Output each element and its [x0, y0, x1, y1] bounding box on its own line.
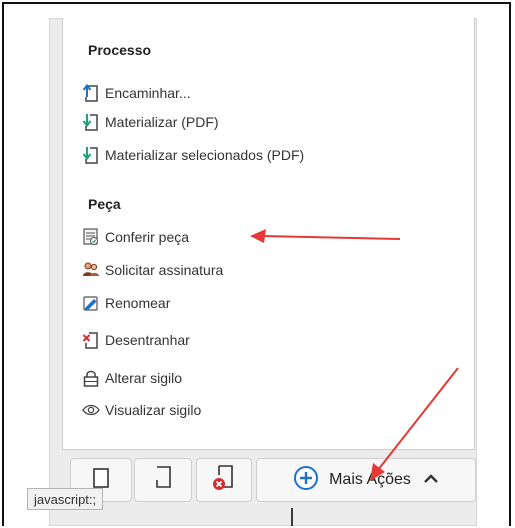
menu-item-label: Conferir peça	[105, 229, 190, 245]
more-actions-button[interactable]: Mais Ações	[256, 458, 476, 502]
section-title-processo: Processo	[88, 42, 152, 58]
download-document-icon	[81, 112, 101, 132]
menu-item-conferir-peca[interactable]: Conferir peça	[81, 225, 189, 249]
rename-pencil-icon	[81, 293, 101, 313]
menu-item-label: Visualizar sigilo	[105, 402, 202, 418]
eye-icon	[81, 400, 101, 420]
menu-item-materializar-selecionados[interactable]: Materializar selecionados (PDF)	[81, 143, 304, 167]
menu-item-label: Solicitar assinatura	[105, 262, 224, 278]
toolbar-remove-button[interactable]	[196, 458, 252, 502]
plus-circle-icon	[293, 465, 319, 496]
download-document-icon	[81, 145, 101, 165]
menu-item-label: Materializar selecionados (PDF)	[105, 147, 305, 163]
menu-item-label: Renomear	[105, 295, 171, 311]
menu-item-label: Encaminhar...	[105, 85, 191, 101]
users-icon	[81, 260, 101, 280]
lock-icon	[81, 368, 101, 388]
more-actions-label: Mais Ações	[329, 471, 411, 488]
menu-item-visualizar-sigilo[interactable]: Visualizar sigilo	[81, 398, 201, 422]
check-document-icon	[81, 227, 101, 247]
menu-item-label: Materializar (PDF)	[105, 114, 219, 130]
section-title-peca: Peça	[88, 196, 121, 212]
menu-item-materializar-pdf[interactable]: Materializar (PDF)	[81, 110, 219, 134]
menu-item-solicitar-assinatura[interactable]: Solicitar assinatura	[81, 258, 223, 282]
menu-item-alterar-sigilo[interactable]: Alterar sigilo	[81, 366, 182, 390]
menu-item-renomear[interactable]: Renomear	[81, 291, 170, 315]
chevron-up-icon	[423, 471, 439, 489]
menu-item-desentranhar[interactable]: Desentranhar	[81, 328, 190, 352]
menu-item-encaminhar[interactable]: Encaminhar...	[81, 81, 191, 105]
link-status-tooltip: javascript:;	[27, 488, 104, 510]
remove-document-icon	[81, 330, 101, 350]
document-icon	[152, 465, 174, 496]
toolbar-document-button-2[interactable]	[134, 458, 192, 502]
cursor-icon	[291, 508, 293, 526]
menu-item-label: Desentranhar	[105, 332, 190, 348]
remove-document-icon	[210, 463, 238, 498]
menu-item-label: Alterar sigilo	[105, 370, 183, 386]
forward-document-icon	[81, 83, 101, 103]
